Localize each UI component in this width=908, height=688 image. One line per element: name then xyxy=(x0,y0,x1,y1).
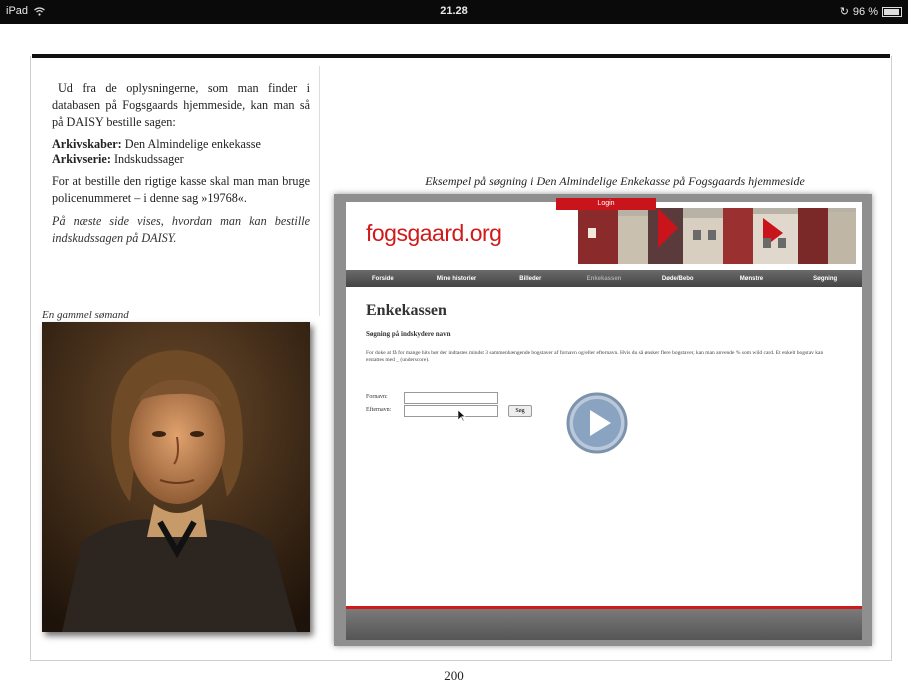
site-logo[interactable]: fogsgaard.org xyxy=(366,220,502,247)
next-page-note: På næste side vises, hvordan man kan bes… xyxy=(52,214,310,245)
battery-percent: 96 % xyxy=(852,5,878,18)
website-caption: Eksempel på søgning i Den Almindelige En… xyxy=(425,174,805,188)
archive-info: Arkivskaber: Den Almindelige enkekasse A… xyxy=(52,137,310,167)
page-number: 200 xyxy=(444,668,464,683)
efternavn-label: Efternavn: xyxy=(366,407,392,413)
status-bar: iPad 21.28 ↻ 96 % xyxy=(0,0,908,24)
nav-item-billeder[interactable]: Billeder xyxy=(493,276,567,282)
clock: 21.28 xyxy=(440,5,468,17)
login-button[interactable]: Login xyxy=(556,198,656,210)
nav-item-mine-historier[interactable]: Mine historier xyxy=(420,276,494,282)
site-footer xyxy=(346,609,862,640)
arkivskaber-label: Arkivskaber: xyxy=(52,137,122,151)
nav-item-sogning[interactable]: Søgning xyxy=(788,276,862,282)
arkivskaber-value: Den Almindelige enkekasse xyxy=(121,137,261,151)
site-navbar: Forside Mine historier Billeder Enkekass… xyxy=(346,270,862,287)
mouse-cursor-icon xyxy=(458,410,466,422)
left-column: Ud fra de oplysningerne, som man finder … xyxy=(52,80,310,253)
site-header: fogsgaard.org Login xyxy=(346,198,862,266)
arkivserie-value: Indskudssager xyxy=(110,152,184,166)
play-video-button[interactable] xyxy=(566,392,628,454)
fornavn-input[interactable] xyxy=(404,392,498,404)
site-description: For doke at få for mange hits bør der in… xyxy=(366,350,824,363)
site-subtitle: Søgning på indskydere navn xyxy=(366,330,451,338)
portrait-painting xyxy=(42,322,310,632)
search-button[interactable]: Søg xyxy=(508,405,532,417)
nav-item-dode-bebo[interactable]: Døde/Bebo xyxy=(641,276,715,282)
status-right: ↻ 96 % xyxy=(840,5,902,18)
nav-item-forside[interactable]: Forside xyxy=(346,276,420,282)
portrait-caption: En gammel sømand xyxy=(42,309,129,321)
arkivserie-label: Arkivserie: xyxy=(52,152,111,166)
column-divider xyxy=(319,66,320,316)
efternavn-input[interactable] xyxy=(404,405,498,417)
street-photo-image xyxy=(578,208,856,264)
nav-item-enkekassen[interactable]: Enkekassen xyxy=(567,276,641,282)
portrait-image xyxy=(42,322,310,632)
order-paragraph: For at bestille den rigtige kasse skal m… xyxy=(52,174,310,205)
site-page-title: Enkekassen xyxy=(366,302,447,319)
battery-icon xyxy=(882,6,902,17)
intro-paragraph: Ud fra de oplysningerne, som man finder … xyxy=(52,81,310,129)
fornavn-label: Fornavn: xyxy=(366,394,388,400)
website-screenshot: fogsgaard.org Login Forside Mine histori… xyxy=(346,198,862,640)
header-photo xyxy=(578,208,856,264)
nav-item-monstre[interactable]: Mønstre xyxy=(715,276,789,282)
rotation-lock-icon: ↻ xyxy=(839,6,849,18)
